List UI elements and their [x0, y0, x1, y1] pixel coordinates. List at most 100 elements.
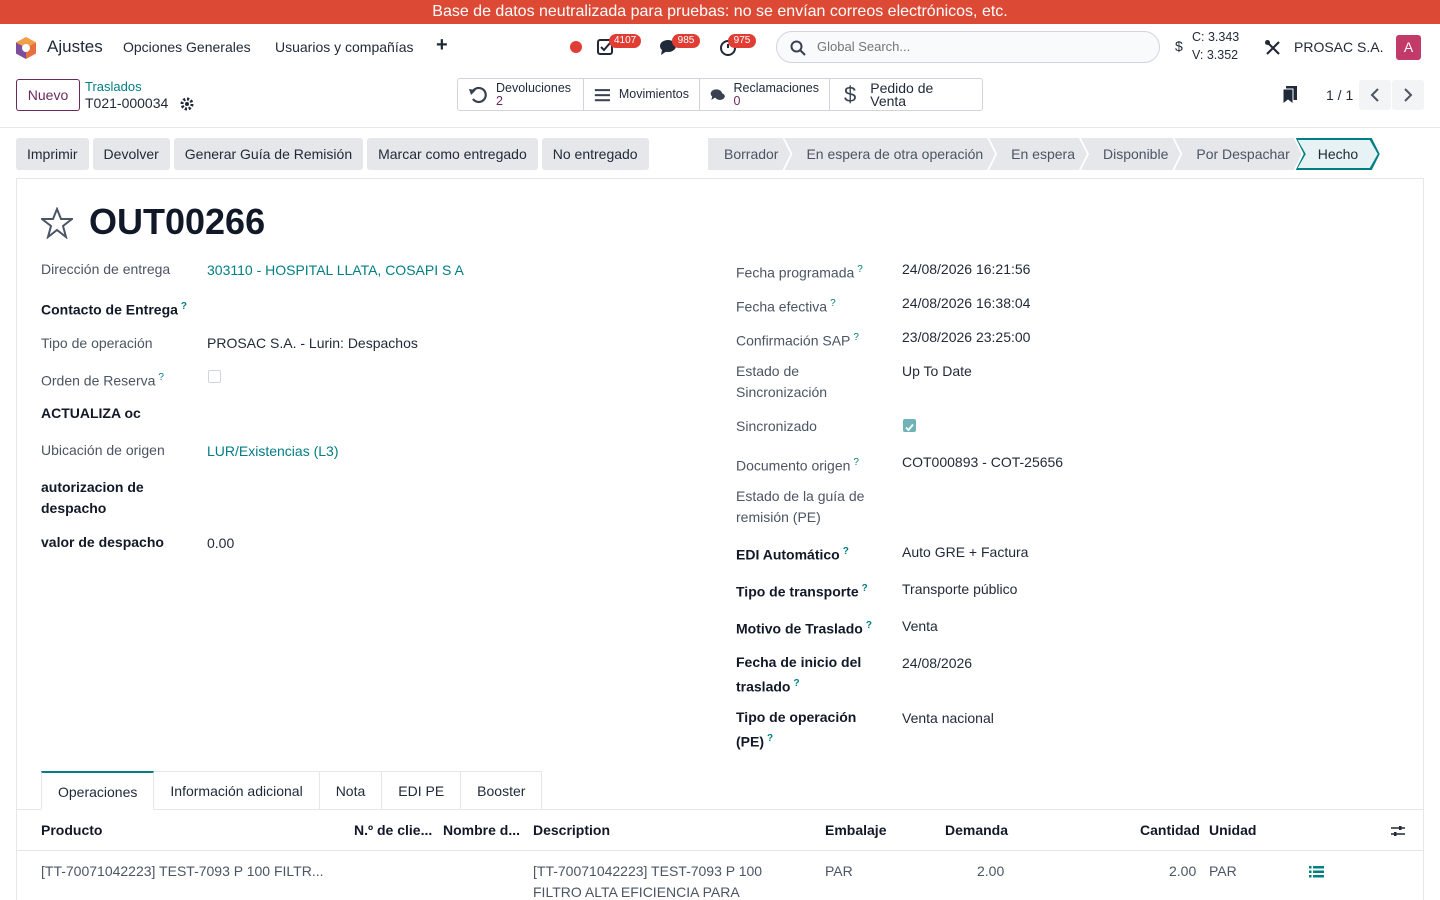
status-waiting-other[interactable]: En espera de otra operación: [784, 138, 995, 170]
label-edi-automatic-text: EDI Automático: [736, 546, 840, 563]
help-icon[interactable]: ?: [843, 546, 849, 557]
test-database-banner: Base de datos neutralizada para pruebas:…: [0, 0, 1440, 24]
app-name[interactable]: Ajustes: [47, 37, 103, 57]
cell-description[interactable]: [TT-70071042223] TEST-7093 P 100 FILTRO …: [533, 861, 762, 900]
form-sheet: OUT00266 Dirección de entrega 303110 - H…: [16, 178, 1424, 900]
value-sync-status[interactable]: Up To Date: [902, 361, 972, 382]
search-icon: [790, 40, 806, 56]
help-icon[interactable]: ?: [181, 301, 187, 312]
label-remission-guide-status: Estado de la guía de remisión (PE): [736, 488, 865, 525]
label-sap-confirmation-text: Confirmación SAP: [736, 332, 851, 349]
claims-smart-button[interactable]: Reclamaciones 0: [700, 79, 830, 110]
help-icon[interactable]: ?: [853, 457, 859, 468]
help-icon[interactable]: ?: [853, 332, 859, 343]
status-draft[interactable]: Borrador: [708, 138, 790, 170]
value-scheduled-date[interactable]: 24/08/2026 16:21:56: [902, 259, 1030, 280]
search-input[interactable]: [817, 39, 1137, 54]
cell-product[interactable]: [TT-70071042223] TEST-7093 P 100 FILTR..…: [41, 861, 324, 882]
list-icon: [594, 88, 610, 101]
label-transport-type: Tipo de transporte?: [736, 578, 868, 603]
value-transfer-start-date[interactable]: 24/08/2026: [902, 653, 972, 674]
help-icon[interactable]: ?: [158, 372, 164, 383]
returns-smart-button[interactable]: Devoluciones 2: [458, 79, 584, 110]
plus-icon[interactable]: +: [436, 34, 448, 57]
value-operation-type[interactable]: PROSAC S.A. - Lurin: Despachos: [207, 333, 418, 354]
undo-icon: [469, 86, 487, 103]
mark-delivered-button[interactable]: Marcar como entregado: [367, 138, 538, 170]
column-settings-icon[interactable]: [1391, 824, 1405, 838]
column-name[interactable]: Nombre d...: [443, 822, 520, 838]
column-demand[interactable]: Demanda: [945, 822, 1008, 838]
cell-demand[interactable]: 2.00: [977, 861, 1004, 882]
pager-next-button[interactable]: [1392, 80, 1424, 110]
cell-packaging[interactable]: PAR: [825, 861, 853, 882]
tab-additional-info[interactable]: Información adicional: [154, 771, 320, 810]
menu-users-companies[interactable]: Usuarios y compañías: [275, 39, 414, 55]
synchronized-checkbox[interactable]: [903, 419, 916, 432]
value-source-document[interactable]: COT000893 - COT-25656: [902, 452, 1063, 473]
tab-note[interactable]: Nota: [319, 771, 383, 810]
value-origin-location[interactable]: LUR/Existencias (L3): [207, 441, 339, 462]
status-available[interactable]: Disponible: [1081, 138, 1180, 170]
column-quantity[interactable]: Cantidad: [1140, 822, 1200, 838]
tab-booster[interactable]: Booster: [461, 771, 543, 810]
column-description[interactable]: Description: [533, 822, 610, 838]
tools-icon[interactable]: [1264, 39, 1282, 57]
value-edi-automatic[interactable]: Auto GRE + Factura: [902, 542, 1028, 563]
value-sap-confirmation[interactable]: 23/08/2026 23:25:00: [902, 327, 1030, 348]
control-panel: Nuevo Traslados T021-000034 Devoluciones…: [0, 70, 1440, 128]
status-to-dispatch[interactable]: Por Despachar: [1174, 138, 1301, 170]
tab-operations[interactable]: Operaciones: [41, 771, 155, 810]
user-avatar[interactable]: A: [1396, 35, 1421, 60]
label-operation-type-pe-text: Tipo de operación (PE): [736, 709, 857, 750]
sale-order-smart-button[interactable]: $ Pedido de Venta: [830, 79, 982, 110]
label-scheduled-date: Fecha programada?: [736, 259, 863, 284]
currency-dollar-icon[interactable]: $: [1175, 38, 1183, 54]
moves-smart-button[interactable]: Movimientos: [584, 79, 700, 110]
column-product[interactable]: Producto: [41, 822, 102, 838]
value-effective-date[interactable]: 24/08/2026 16:38:04: [902, 293, 1030, 314]
recording-indicator-icon[interactable]: [570, 41, 582, 53]
smart-buttons: Devoluciones 2 Movimientos Reclamaciones…: [457, 78, 983, 111]
column-unit[interactable]: Unidad: [1209, 822, 1256, 838]
reserve-order-checkbox[interactable]: [208, 370, 221, 383]
status-waiting[interactable]: En espera: [989, 138, 1087, 170]
global-search[interactable]: [776, 31, 1160, 63]
gear-icon[interactable]: [180, 97, 194, 111]
breadcrumb-parent[interactable]: Traslados: [85, 79, 142, 94]
help-icon[interactable]: ?: [793, 678, 799, 689]
return-button[interactable]: Devolver: [92, 138, 170, 170]
cell-quantity[interactable]: 2.00: [1169, 861, 1196, 882]
new-button[interactable]: Nuevo: [16, 79, 80, 111]
value-delivery-address[interactable]: 303110 - HOSPITAL LLATA, COSAPI S A: [207, 260, 464, 281]
value-transport-type[interactable]: Transporte público: [902, 579, 1017, 600]
help-icon[interactable]: ?: [866, 620, 872, 631]
not-delivered-button[interactable]: No entregado: [541, 138, 649, 170]
value-dispatch-value[interactable]: 0.00: [207, 533, 234, 554]
bookmark-icon[interactable]: [1282, 86, 1298, 104]
help-icon[interactable]: ?: [857, 264, 863, 275]
app-logo-icon[interactable]: [14, 36, 38, 60]
details-list-icon[interactable]: [1309, 865, 1324, 879]
generate-remission-guide-button[interactable]: Generar Guía de Remisión: [173, 138, 364, 170]
help-icon[interactable]: ?: [830, 298, 836, 309]
star-icon[interactable]: [41, 207, 73, 239]
label-synchronized: Sincronizado: [736, 418, 817, 434]
company-switcher[interactable]: PROSAC S.A.: [1294, 39, 1383, 55]
label-operation-type-pe: Tipo de operación (PE)?: [736, 707, 866, 753]
column-packaging[interactable]: Embalaje: [825, 822, 886, 838]
status-done[interactable]: Hecho: [1296, 138, 1380, 170]
pager-previous-button[interactable]: [1359, 80, 1391, 110]
tab-edi-pe[interactable]: EDI PE: [382, 771, 462, 810]
help-icon[interactable]: ?: [862, 583, 868, 594]
cell-unit[interactable]: PAR: [1209, 861, 1237, 882]
pager-value[interactable]: 1 / 1: [1326, 87, 1353, 103]
label-delivery-contact-text: Contacto de Entrega: [41, 301, 178, 318]
value-operation-type-pe[interactable]: Venta nacional: [902, 708, 994, 729]
currency-rates[interactable]: C: 3.343 V: 3.352: [1192, 28, 1239, 64]
column-customer-number[interactable]: N.º de clie...: [354, 822, 432, 838]
print-button[interactable]: Imprimir: [16, 138, 89, 170]
help-icon[interactable]: ?: [767, 733, 773, 744]
menu-general-options[interactable]: Opciones Generales: [123, 39, 251, 55]
value-transfer-reason[interactable]: Venta: [902, 616, 938, 637]
